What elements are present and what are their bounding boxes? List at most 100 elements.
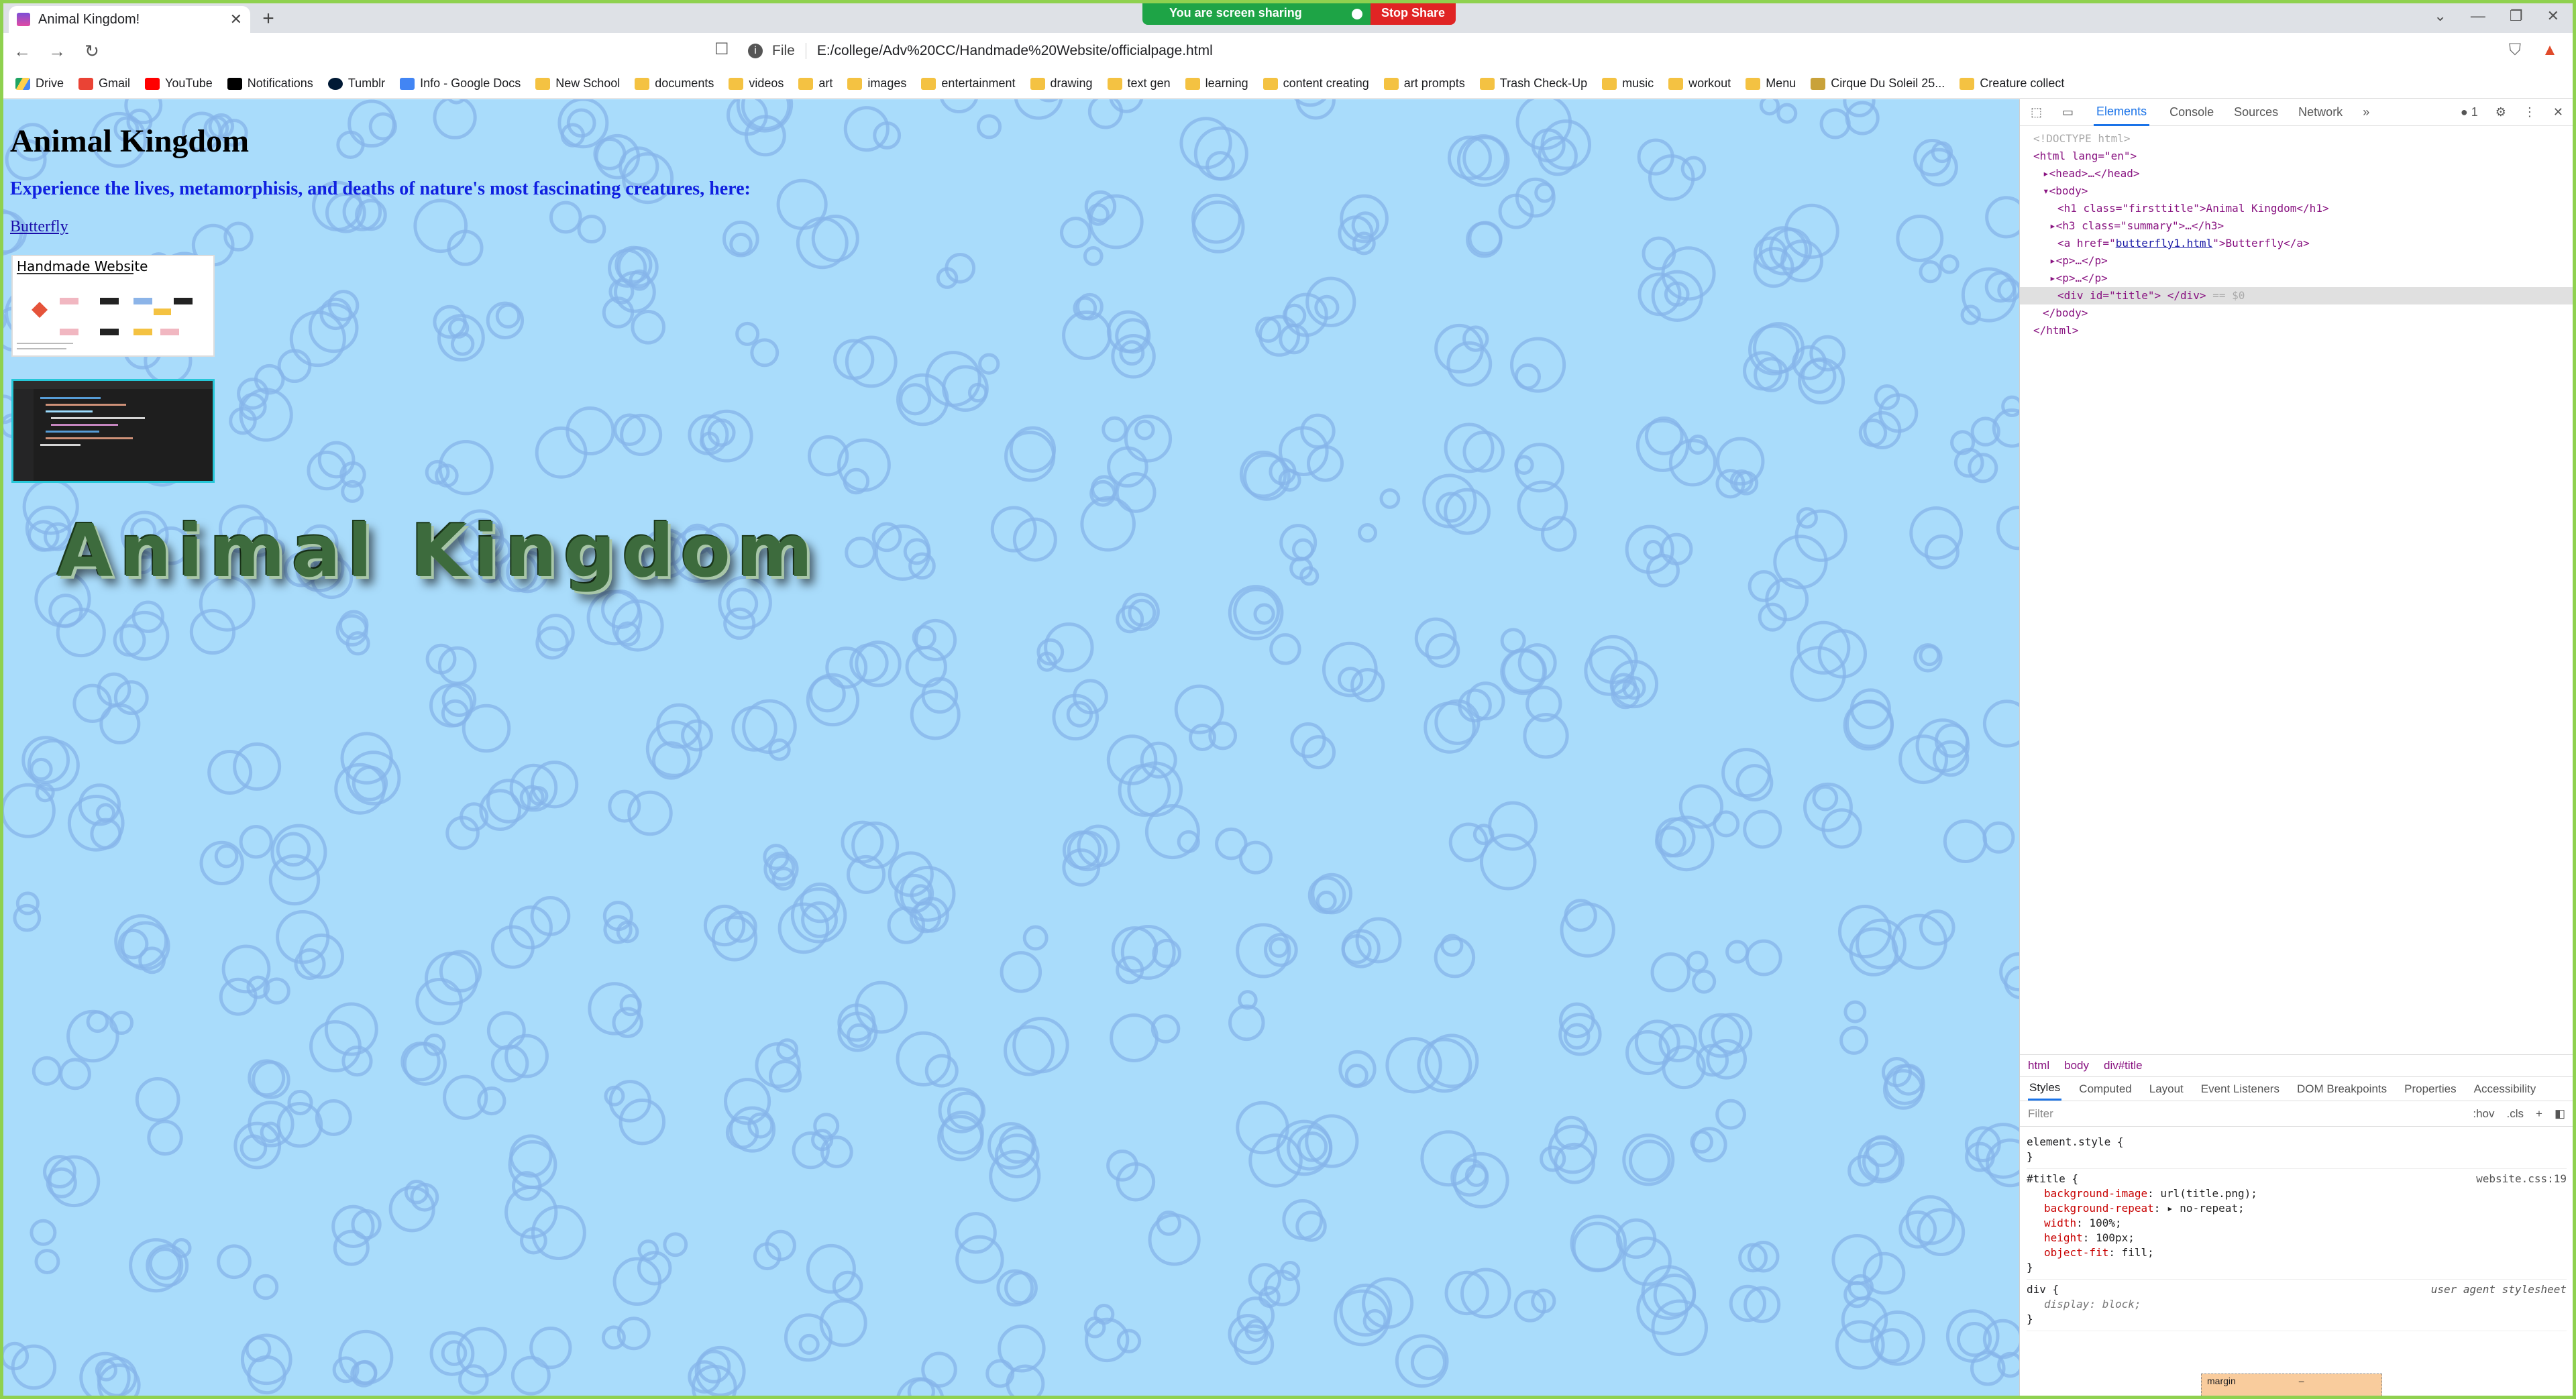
dom-a-href[interactable]: butterfly1.html	[2116, 237, 2213, 249]
dom-a[interactable]: <a href="butterfly1.html">Butterfly</a>	[2033, 235, 2573, 252]
bookmark-label: images	[867, 76, 907, 90]
info-icon[interactable]: i	[748, 44, 763, 58]
bookmark-label: Menu	[1766, 76, 1796, 90]
bookmark-label: Notifications	[247, 76, 313, 90]
dom-body-close[interactable]: </body>	[2033, 304, 2573, 322]
dom-h1[interactable]: <h1 class="firsttitle">Animal Kingdom</h…	[2033, 200, 2573, 217]
butterfly-link[interactable]: Butterfly	[10, 218, 68, 236]
css-property[interactable]: background-image: url(title.png);	[2027, 1186, 2567, 1201]
bookmark-info-docs[interactable]: Info - Google Docs	[400, 76, 521, 91]
bookmark-notifications[interactable]: Notifications	[227, 76, 313, 91]
bookmark-folder[interactable]: New School	[535, 76, 620, 91]
dom-p[interactable]: ▸<p>…</p>	[2033, 252, 2573, 270]
close-window-icon[interactable]: ✕	[2547, 7, 2559, 25]
collapse-arrow-icon[interactable]: ▾	[2043, 184, 2049, 197]
tab-layout[interactable]: Layout	[2149, 1082, 2184, 1096]
css-prop-name: object-fit	[2044, 1246, 2109, 1259]
tab-properties[interactable]: Properties	[2404, 1082, 2456, 1096]
dom-div-title-selected[interactable]: <div id="title"> </div> == $0	[2020, 287, 2573, 304]
expand-arrow-icon[interactable]: ▸	[2049, 254, 2056, 267]
expand-arrow-icon[interactable]: ▸	[2043, 167, 2049, 180]
rewards-icon[interactable]: ▲	[2540, 41, 2559, 60]
expand-arrow-icon[interactable]: ▸	[2049, 272, 2056, 284]
tab-styles[interactable]: Styles	[2028, 1077, 2062, 1101]
bookmark-folder[interactable]: images	[847, 76, 906, 91]
folder-icon	[1602, 77, 1617, 90]
new-tab-button[interactable]: +	[257, 7, 280, 30]
address-bar[interactable]: i File E:/college/Adv%20CC/Handmade%20We…	[748, 38, 1761, 64]
tab-accessibility[interactable]: Accessibility	[2474, 1082, 2536, 1096]
dom-head[interactable]: ▸<head>…</head>	[2033, 165, 2573, 182]
device-toggle-icon[interactable]: ▭	[2062, 105, 2074, 119]
css-property[interactable]: background-repeat: ▸ no-repeat;	[2027, 1201, 2567, 1216]
tab-network[interactable]: Network	[2298, 105, 2343, 119]
css-property[interactable]: width: 100%;	[2027, 1216, 2567, 1231]
chevron-down-icon[interactable]: ⌄	[2434, 7, 2446, 25]
bookmark-folder[interactable]: workout	[1668, 76, 1731, 91]
bookmark-folder[interactable]: documents	[635, 76, 714, 91]
styles-filter-input[interactable]: Filter	[2028, 1107, 2473, 1121]
tab-dom-breakpoints[interactable]: DOM Breakpoints	[2297, 1082, 2387, 1096]
breadcrumb-item[interactable]: div#title	[2104, 1059, 2143, 1072]
dom-p[interactable]: ▸<p>…</p>	[2033, 270, 2573, 287]
css-property[interactable]: height: 100px;	[2027, 1231, 2567, 1245]
breadcrumb-item[interactable]: html	[2028, 1059, 2049, 1072]
tab-sources[interactable]: Sources	[2234, 105, 2278, 119]
bookmark-folder[interactable]: music	[1602, 76, 1654, 91]
dom-doctype[interactable]: <!DOCTYPE html>	[2033, 130, 2573, 148]
bookmark-cirque[interactable]: Cirque Du Soleil 25...	[1811, 76, 1945, 91]
sidebar-toggle-icon[interactable]: ◧	[2555, 1107, 2565, 1121]
hov-toggle[interactable]: :hov	[2473, 1107, 2494, 1121]
back-button[interactable]: ←	[6, 36, 38, 66]
dom-html[interactable]: <html lang="en">	[2033, 148, 2573, 165]
cirque-icon	[1811, 77, 1826, 90]
bookmark-folder[interactable]: Trash Check-Up	[1479, 76, 1587, 91]
tab-console[interactable]: Console	[2169, 105, 2214, 119]
bookmark-drive[interactable]: Drive	[15, 76, 64, 91]
breadcrumb-item[interactable]: body	[2064, 1059, 2089, 1072]
bookmark-folder[interactable]: art prompts	[1383, 76, 1465, 91]
tab-active[interactable]: Animal Kingdom! ✕	[9, 6, 250, 33]
dom-html-close[interactable]: </html>	[2033, 322, 2573, 339]
bookmark-folder[interactable]: drawing	[1030, 76, 1093, 91]
cls-toggle[interactable]: .cls	[2507, 1107, 2524, 1121]
bookmark-folder[interactable]: videos	[729, 76, 784, 91]
css-property[interactable]: object-fit: fill;	[2027, 1245, 2567, 1260]
issues-badge[interactable]: ● 1	[2461, 105, 2478, 119]
tab-computed[interactable]: Computed	[2079, 1082, 2131, 1096]
tab-elements[interactable]: Elements	[2094, 99, 2150, 126]
gear-icon[interactable]: ⚙	[2496, 105, 2506, 119]
close-icon[interactable]: ✕	[230, 11, 242, 28]
url-text[interactable]: E:/college/Adv%20CC/Handmade%20Website/o…	[817, 43, 1213, 59]
bookmark-label: content creating	[1283, 76, 1369, 90]
bookmark-folder[interactable]: content creating	[1263, 76, 1369, 91]
more-menu-icon[interactable]: ⋮	[2524, 105, 2536, 119]
bookmark-folder[interactable]: learning	[1185, 76, 1248, 91]
dom-h3-text: <h3 class="summary">…</h3>	[2055, 219, 2224, 232]
bookmark-folder[interactable]: Menu	[1746, 76, 1796, 91]
bookmark-gmail[interactable]: Gmail	[78, 76, 130, 91]
tab-event-listeners[interactable]: Event Listeners	[2201, 1082, 2279, 1096]
reload-button[interactable]: ↻	[76, 36, 108, 66]
bookmark-icon[interactable]: ☐	[714, 40, 729, 59]
dom-body[interactable]: ▾<body>	[2033, 182, 2573, 200]
close-icon[interactable]: ✕	[2553, 105, 2563, 119]
stop-share-button[interactable]: Stop Share	[1371, 3, 1456, 25]
bookmark-youtube[interactable]: YouTube	[145, 76, 213, 91]
bookmark-folder[interactable]: entertainment	[921, 76, 1016, 91]
bookmark-folder[interactable]: Creature collect	[1960, 76, 2064, 91]
new-rule-button[interactable]: +	[2536, 1107, 2542, 1121]
inspect-icon[interactable]: ⬚	[2031, 105, 2042, 119]
bookmark-folder[interactable]: art	[798, 76, 833, 91]
bookmark-folder[interactable]: text gen	[1107, 76, 1171, 91]
dom-h3[interactable]: ▸<h3 class="summary">…</h3>	[2033, 217, 2573, 235]
rule-source-link[interactable]: website.css:19	[2476, 1172, 2567, 1186]
more-tabs-icon[interactable]: »	[2363, 105, 2369, 119]
bookmark-label: Tumblr	[347, 76, 386, 90]
minimize-icon[interactable]: —	[2471, 7, 2485, 25]
bookmark-tumblr[interactable]: Tumblr	[327, 76, 386, 91]
expand-arrow-icon[interactable]: ▸	[2049, 219, 2056, 232]
forward-button[interactable]: →	[41, 36, 73, 66]
restore-icon[interactable]: ❐	[2510, 7, 2523, 25]
brave-shield-icon[interactable]: ⛉	[2506, 41, 2524, 60]
